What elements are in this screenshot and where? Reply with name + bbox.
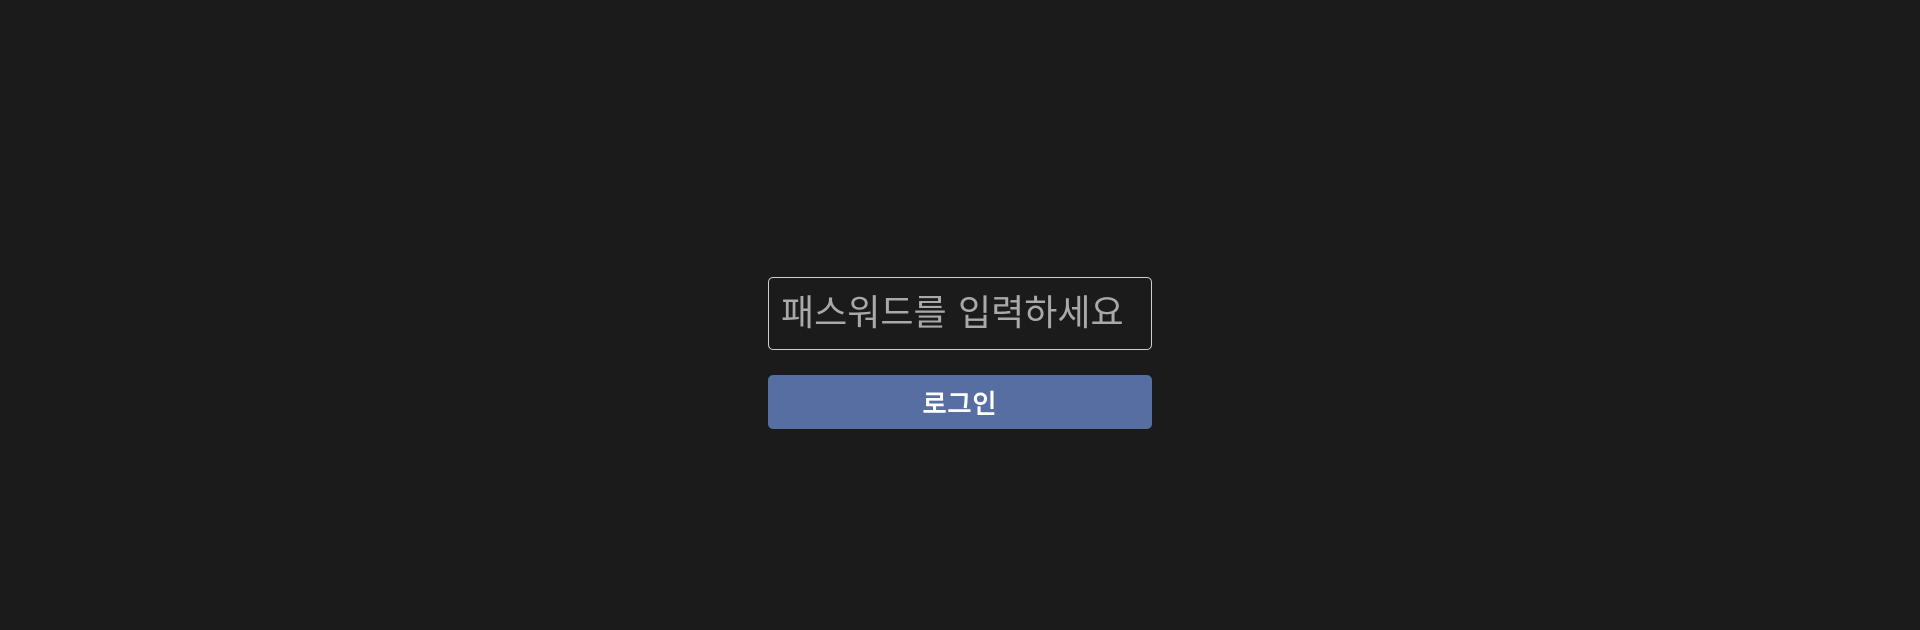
password-input[interactable] [768, 277, 1152, 350]
login-button[interactable]: 로그인 [768, 375, 1152, 429]
login-form: 로그인 [768, 277, 1152, 429]
